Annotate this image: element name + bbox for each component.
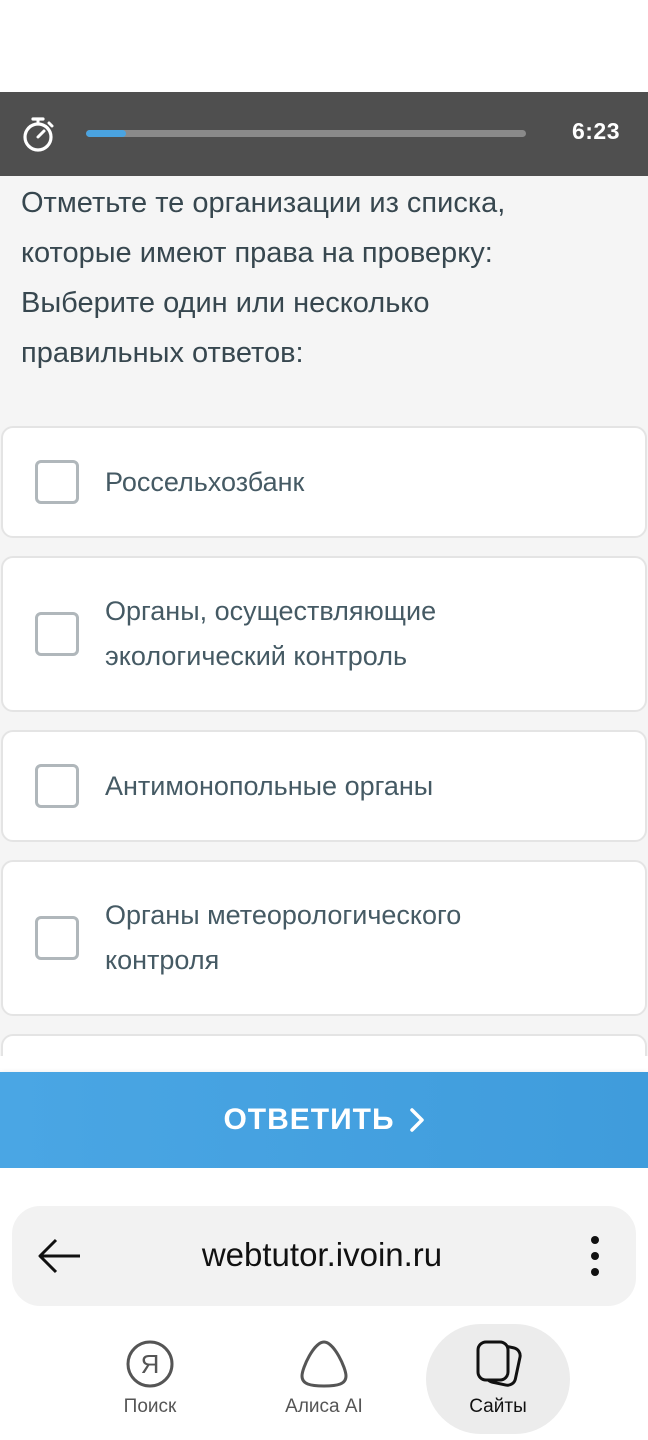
nav-item-sites[interactable]: Сайты — [426, 1324, 570, 1434]
option-label-line: Органы, осуществляющие — [105, 596, 437, 626]
svg-text:Я: Я — [141, 1349, 160, 1379]
option-checkbox[interactable] — [35, 460, 79, 504]
stopwatch-icon — [23, 117, 54, 152]
option-label-line: контроля — [105, 945, 220, 975]
answer-button-label: ОТВЕТИТЬ — [223, 1103, 395, 1136]
option-label: Органы, осуществляющие экологический кон… — [105, 589, 605, 679]
answer-option[interactable]: Антимонопольные органы — [1, 730, 647, 842]
arrow-left-icon[interactable] — [36, 1234, 82, 1278]
nav-label: Поиск — [123, 1396, 177, 1417]
question-line: Отметьте те организации из списка, — [21, 187, 506, 219]
address-bar[interactable]: webtutor.ivoin.ru — [12, 1206, 636, 1306]
nav-label: Сайты — [469, 1396, 527, 1417]
question-line: правильных ответов: — [21, 337, 304, 369]
option-label: Органы метеорологического контроля — [105, 893, 605, 983]
option-label-line: экологический контроль — [105, 641, 408, 671]
chevron-right-icon — [409, 1108, 424, 1132]
nav-item-alice[interactable]: Алиса AI — [252, 1324, 396, 1434]
timer-progress-track — [86, 130, 526, 137]
yandex-logo-icon: Я — [126, 1340, 174, 1388]
kebab-menu-icon[interactable] — [590, 1234, 600, 1278]
answer-option[interactable]: Органы метеорологического контроля — [1, 860, 647, 1016]
tabs-icon — [476, 1340, 522, 1387]
question-line: которые имеют права на проверку: — [21, 237, 493, 269]
option-label-line: Органы метеорологического — [105, 900, 462, 930]
answer-option-partial[interactable] — [1, 1034, 647, 1056]
option-checkbox[interactable] — [35, 764, 79, 808]
question-content[interactable]: Отметьте те организации из списка, котор… — [0, 176, 648, 1056]
answer-option[interactable]: Россельхозбанк — [1, 426, 647, 538]
question-line: Выберите один или несколько — [21, 287, 430, 319]
nav-item-search[interactable]: Я Поиск — [78, 1324, 222, 1434]
answer-option[interactable]: Органы, осуществляющие экологический кон… — [1, 556, 647, 712]
timer-remaining: 6:23 — [571, 118, 620, 144]
status-bar-area — [0, 0, 648, 92]
answer-button[interactable]: ОТВЕТИТЬ — [0, 1072, 648, 1168]
question-text: Отметьте те организации из списка, котор… — [21, 178, 621, 378]
option-checkbox[interactable] — [35, 612, 79, 656]
alice-icon — [300, 1340, 348, 1388]
timer-progress-fill — [86, 130, 126, 137]
nav-label: Алиса AI — [285, 1396, 363, 1417]
option-label: Антимонопольные органы — [105, 771, 434, 801]
timer-bar: 6:23 — [0, 92, 648, 176]
url-text[interactable]: webtutor.ivoin.ru — [112, 1236, 532, 1274]
bottom-navigation: Я Поиск Алиса AI Сайты — [0, 1318, 648, 1440]
option-checkbox[interactable] — [35, 916, 79, 960]
option-label: Россельхозбанк — [105, 467, 305, 497]
